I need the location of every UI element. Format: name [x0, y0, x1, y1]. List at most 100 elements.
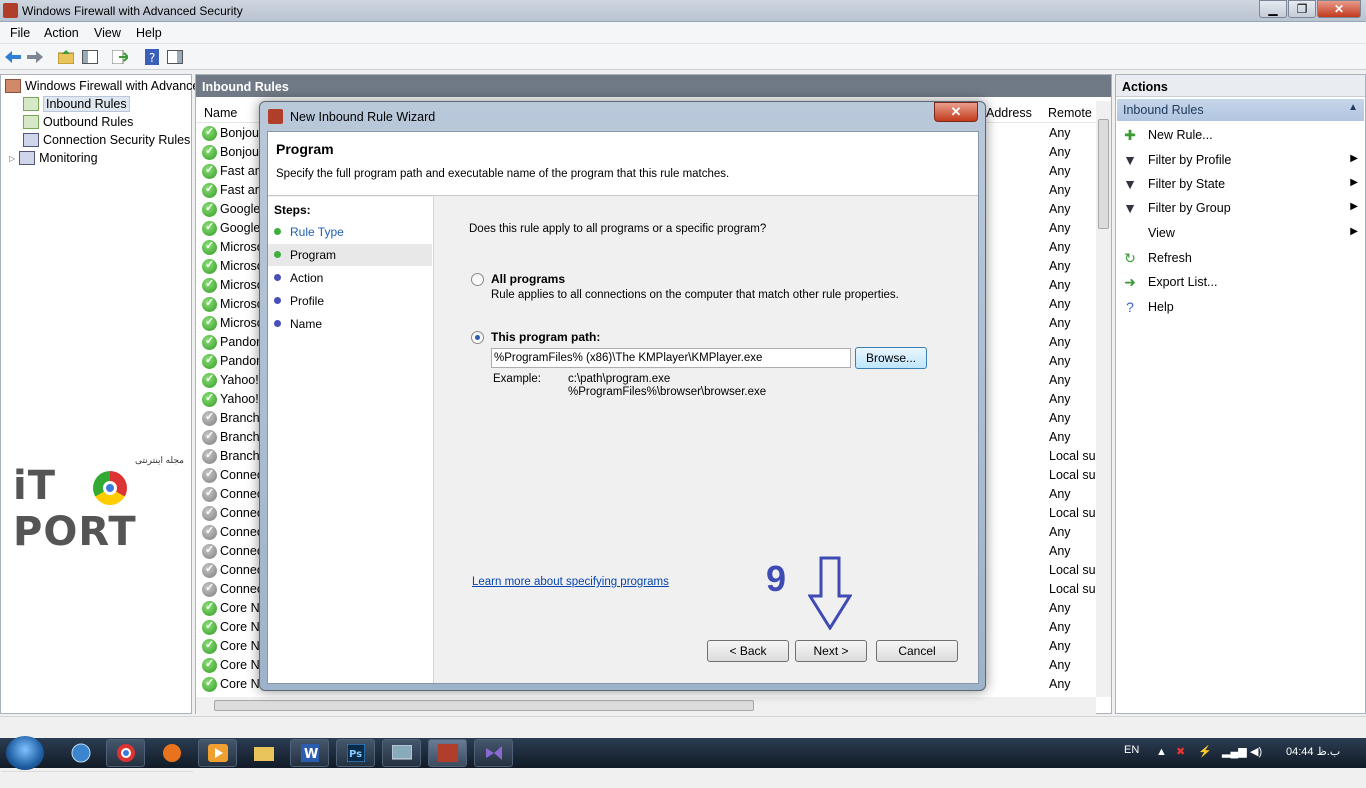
this-program-path-radio[interactable] [471, 331, 484, 344]
collapse-icon[interactable]: ▲ [1348, 102, 1358, 113]
step-program[interactable]: Program [268, 244, 432, 266]
photoshop-taskbar-icon[interactable]: Ps [336, 739, 375, 767]
taskbar: W Ps EN ▲ ✖ ⚡ ▂▄▆ ◀) 04:44 ب.ظ [0, 736, 1366, 770]
back-arrow-icon[interactable] [3, 47, 23, 67]
minimize-button[interactable]: ▁ [1259, 0, 1287, 18]
firefox-taskbar-icon[interactable] [152, 739, 191, 767]
rules-horizontal-scrollbar[interactable] [196, 697, 1096, 714]
tree-item-inbound-rules[interactable]: Inbound Rules [23, 95, 130, 113]
show-hide-action-pane-icon[interactable] [165, 47, 185, 67]
step-action[interactable]: Action [268, 267, 432, 289]
forward-arrow-icon[interactable] [25, 47, 45, 67]
menu-help[interactable]: Help [136, 26, 162, 40]
rule-disabled-icon [202, 486, 217, 502]
new-inbound-rule-wizard-dialog: New Inbound Rule Wizard ✕ Program Specif… [259, 101, 986, 691]
action-filter-by-state[interactable]: ▼ Filter by State ▶ [1122, 174, 1362, 194]
browse-button[interactable]: Browse... [855, 347, 927, 369]
back-button[interactable]: < Back [707, 640, 789, 662]
rule-remote-address: Any [1049, 297, 1071, 311]
actions-section-inbound-rules[interactable]: Inbound Rules ▲ [1117, 99, 1364, 121]
show-hide-tree-icon[interactable] [80, 47, 100, 67]
network-globe-icon[interactable] [61, 739, 100, 767]
action-export-list[interactable]: ➜ Export List... [1122, 272, 1362, 292]
rule-remote-address: Any [1049, 487, 1071, 501]
rule-name: Connec [220, 544, 264, 558]
rule-enabled-icon [202, 315, 217, 331]
help-icon[interactable]: ? [142, 47, 162, 67]
action-new-rule[interactable]: ✚ New Rule... [1122, 125, 1362, 145]
next-button[interactable]: Next > [795, 640, 867, 662]
clock[interactable]: 04:44 ب.ظ [1286, 745, 1340, 758]
step-profile[interactable]: Profile [268, 290, 432, 312]
this-program-path-label[interactable]: This program path: [491, 330, 600, 344]
language-indicator[interactable]: EN [1124, 744, 1139, 756]
rule-name: Yahoo! [220, 392, 259, 406]
show-hidden-icons-icon[interactable]: ▲ [1156, 746, 1167, 758]
tree-item-outbound-rules[interactable]: Outbound Rules [23, 113, 133, 131]
expand-arrow-icon[interactable]: ▷ [9, 154, 15, 163]
close-button[interactable]: ✕ [1317, 0, 1361, 18]
action-filter-by-group[interactable]: ▼ Filter by Group ▶ [1122, 198, 1362, 218]
control-panel-taskbar-icon[interactable] [382, 739, 421, 767]
rule-disabled-icon [202, 562, 217, 578]
kmplayer-taskbar-icon[interactable] [198, 739, 237, 767]
rule-name: Connec [220, 487, 264, 501]
step-rule-type[interactable]: Rule Type [268, 221, 432, 243]
rule-name: Connec [220, 506, 264, 520]
rule-name: Connec [220, 468, 264, 482]
actions-pane: Actions Inbound Rules ▲ ✚ New Rule... ▼ Fil… [1115, 74, 1366, 714]
program-question: Does this rule apply to all programs or … [469, 223, 767, 235]
tree-item-monitoring[interactable]: ▷ Monitoring [9, 149, 98, 167]
rule-remote-address: Any [1049, 601, 1071, 615]
refresh-icon: ↻ [1124, 250, 1136, 266]
inbound-rules-icon [23, 97, 39, 111]
firewall-taskbar-icon[interactable] [428, 739, 467, 767]
action-filter-by-profile[interactable]: ▼ Filter by Profile ▶ [1122, 150, 1362, 170]
rules-vertical-scrollbar[interactable] [1096, 101, 1111, 697]
folder-up-icon[interactable] [56, 47, 76, 67]
tree-horizontal-scrollbar[interactable] [1, 771, 193, 788]
power-icon[interactable]: ⚡ [1198, 745, 1212, 758]
export-list-icon[interactable] [110, 47, 130, 67]
folder-taskbar-icon[interactable] [244, 739, 283, 767]
start-button-windows-icon[interactable] [6, 736, 44, 770]
visual-studio-taskbar-icon[interactable] [474, 739, 513, 767]
tree-root[interactable]: Windows Firewall with Advance [5, 77, 199, 95]
maximize-button[interactable]: ❐ [1288, 0, 1316, 18]
rule-enabled-icon [202, 391, 217, 407]
title-bar: Windows Firewall with Advanced Security … [0, 0, 1366, 22]
tree-item-connection-security[interactable]: Connection Security Rules [23, 131, 190, 149]
chrome-taskbar-icon[interactable] [106, 739, 145, 767]
action-help[interactable]: ? Help [1122, 297, 1362, 317]
column-name[interactable]: Name [204, 106, 237, 120]
step-number-annotation: 9 [766, 558, 787, 599]
chrome-logo-icon [93, 471, 127, 505]
submenu-arrow-icon: ▶ [1350, 201, 1358, 212]
column-remote[interactable]: Remote [1048, 106, 1092, 120]
rule-enabled-icon [202, 125, 217, 141]
column-address[interactable]: Address [986, 106, 1032, 120]
rule-enabled-icon [202, 638, 217, 654]
dialog-description: Specify the full program path and execut… [276, 168, 730, 180]
dialog-close-button[interactable]: ✕ [934, 102, 978, 122]
learn-more-link[interactable]: Learn more about specifying programs [472, 576, 669, 588]
action-view[interactable]: View ▶ [1122, 223, 1362, 243]
example-path-2: %ProgramFiles%\browser\browser.exe [568, 386, 767, 398]
menu-action[interactable]: Action [44, 26, 79, 40]
cancel-button[interactable]: Cancel [876, 640, 958, 662]
step-name[interactable]: Name [268, 313, 432, 335]
network-warning-icon[interactable]: ✖ [1176, 745, 1185, 758]
action-refresh[interactable]: ↻ Refresh [1122, 248, 1362, 268]
program-path-input[interactable] [491, 348, 851, 368]
volume-icon[interactable]: ◀) [1250, 745, 1262, 758]
action-label: New Rule... [1148, 128, 1213, 142]
menu-file[interactable]: File [10, 26, 30, 40]
dialog-heading: Program [276, 141, 334, 157]
all-programs-radio[interactable] [471, 273, 484, 286]
signal-icon[interactable]: ▂▄▆ [1222, 745, 1247, 758]
new-rule-icon: ✚ [1124, 127, 1136, 143]
all-programs-label[interactable]: All programs [491, 272, 565, 286]
rule-enabled-icon [202, 353, 217, 369]
word-taskbar-icon[interactable]: W [290, 739, 329, 767]
menu-view[interactable]: View [94, 26, 121, 40]
